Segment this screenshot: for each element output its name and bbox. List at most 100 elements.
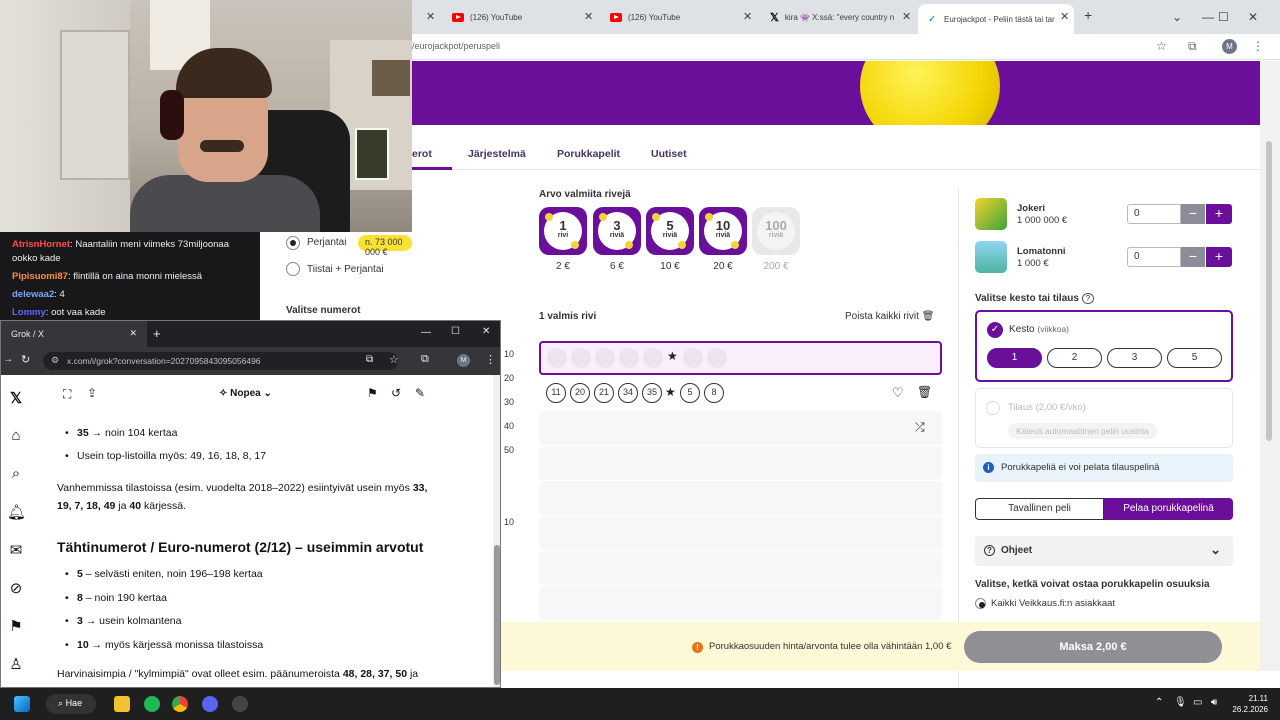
shuffle-icon[interactable]: ⤮ — [915, 420, 925, 435]
close-window-icon[interactable]: ✕ — [1248, 10, 1258, 24]
taskbar-search[interactable]: ⌕ Hae — [46, 694, 96, 714]
chevron-down-icon[interactable]: ⌄ — [1172, 10, 1182, 24]
clock[interactable]: 21.11 26.2.2026 — [1228, 693, 1268, 715]
microphone-icon[interactable]: 🎙︎ — [1174, 697, 1187, 708]
share-icon[interactable]: ⇪ — [87, 386, 97, 400]
pack-5-lines[interactable]: 5 riviä — [646, 207, 694, 255]
clear-all-button[interactable]: Poista kaikki rivit 🗑 — [845, 311, 934, 322]
edit-icon[interactable]: ✎ — [415, 386, 425, 400]
week-option-3[interactable]: 3 — [1107, 348, 1162, 368]
maximize-icon[interactable]: ☐ — [451, 326, 460, 337]
new-tab-icon[interactable]: + — [1084, 7, 1092, 23]
close-icon[interactable]: ✕ — [1060, 10, 1069, 23]
mode-selector[interactable]: ✧ Nopea ⌄ — [219, 388, 272, 399]
site-info-icon[interactable]: ⚙ — [51, 355, 59, 366]
minimize-icon[interactable]: — — [421, 327, 431, 338]
bookmark-icon[interactable]: ⚑ — [367, 386, 378, 400]
avatar[interactable]: M — [1222, 39, 1237, 54]
search-icon[interactable]: ⌕ — [7, 465, 25, 483]
heart-icon[interactable]: ♡ — [892, 385, 904, 401]
close-icon[interactable]: ✕ — [426, 10, 435, 23]
trash-icon[interactable]: 🗑 — [917, 385, 932, 399]
menu-icon[interactable]: ⋮ — [485, 353, 496, 366]
empty-line[interactable] — [539, 551, 942, 585]
obs-icon[interactable] — [232, 696, 248, 712]
spotify-icon[interactable] — [144, 696, 160, 712]
week-option-1[interactable]: 1 — [987, 348, 1042, 368]
lomatonni-quantity-input[interactable]: 0 — [1127, 247, 1181, 267]
close-icon[interactable]: ✕ — [902, 10, 911, 23]
grok-url[interactable]: ⚙ x.com/i/grok?conversation=2027095843095… — [43, 352, 398, 370]
close-icon[interactable]: ✕ — [584, 10, 593, 23]
home-icon[interactable]: ⌂ — [7, 427, 25, 445]
lomatonni-minus-button[interactable]: − — [1181, 247, 1205, 267]
grok-icon[interactable]: ⊘ — [7, 579, 25, 597]
jokeri-minus-button[interactable]: − — [1181, 204, 1205, 224]
close-icon[interactable]: ✕ — [129, 328, 137, 339]
active-line-editor[interactable]: ★ — [539, 341, 942, 375]
tab-youtube-1[interactable]: (126) YouTube — [442, 6, 592, 28]
check-icon[interactable]: ✓ — [987, 322, 1003, 338]
draw-radio-tue-fri[interactable] — [286, 262, 300, 276]
extensions-icon[interactable]: ⧉ — [421, 353, 429, 366]
scrollbar[interactable] — [1260, 61, 1280, 671]
bookmark-star-icon[interactable]: ☆ — [389, 353, 399, 366]
group-game-button[interactable]: Pelaa porukkapelinä — [1104, 498, 1233, 520]
jokeri-quantity-input[interactable]: 0 — [1127, 204, 1181, 224]
tab-uutiset[interactable]: Uutiset — [651, 148, 687, 160]
menu-icon[interactable]: ⋮ — [1252, 39, 1264, 53]
url-text[interactable]: /eurojackpot/peruspeli — [412, 41, 500, 51]
help-accordion[interactable]: ? Ohjeet ⌄ — [975, 536, 1233, 566]
chrome-icon[interactable] — [172, 696, 188, 712]
empty-line[interactable] — [539, 481, 942, 515]
tab-x-post[interactable]: 𝕏kira 👾 X:ssä: "every country n — [760, 6, 900, 28]
pack-10-lines[interactable]: 10 riviä — [699, 207, 747, 255]
tab-youtube-2[interactable]: (126) YouTube — [600, 6, 750, 28]
avatar[interactable]: M — [457, 354, 470, 367]
new-tab-icon[interactable]: + — [153, 326, 161, 341]
tab-eurojackpot[interactable]: ✓ Eurojackpot - Peliin tästä tai tar — [918, 4, 1074, 34]
file-explorer-icon[interactable] — [114, 696, 130, 712]
network-icon[interactable]: ▭ — [1193, 697, 1202, 708]
pack-1-line[interactable]: 1 rivi — [539, 207, 587, 255]
empty-line[interactable] — [539, 411, 942, 445]
help-icon[interactable]: ? — [1081, 293, 1095, 304]
normal-game-button[interactable]: Tavallinen peli — [975, 498, 1104, 520]
scrollbar[interactable] — [493, 375, 500, 687]
expand-icon[interactable]: ⛶ — [63, 387, 71, 402]
history-icon[interactable]: ↺ — [391, 386, 401, 400]
extensions-icon[interactable]: ⧉ — [1188, 39, 1197, 54]
discord-icon[interactable] — [202, 696, 218, 712]
address-bar[interactable]: /eurojackpot/peruspeli ☆ ⧉ M ⋮ — [412, 34, 1280, 60]
tab-porukkapelit[interactable]: Porukkapelit — [557, 148, 620, 160]
bell-icon[interactable]: 🔔︎ — [7, 503, 26, 521]
person-icon[interactable]: ♙ — [7, 655, 25, 673]
chevron-up-icon[interactable]: ⌃ — [1155, 697, 1163, 708]
minimize-icon[interactable]: — — [1202, 10, 1214, 24]
tab-numerot[interactable]: erot — [412, 148, 432, 160]
tab-grok[interactable]: Grok / X ✕ — [1, 321, 147, 347]
pay-button[interactable]: Maksa 2,00 € — [964, 631, 1222, 663]
pack-3-lines[interactable]: 3 riviä — [593, 207, 641, 255]
install-icon[interactable]: ⧉ — [366, 354, 373, 365]
forward-icon[interactable]: → — [3, 354, 13, 365]
maximize-icon[interactable]: ☐ — [1218, 10, 1229, 24]
reload-icon[interactable]: ↻ — [21, 353, 30, 366]
week-option-2[interactable]: 2 — [1047, 348, 1102, 368]
close-icon[interactable]: ✕ — [743, 10, 752, 23]
week-option-5[interactable]: 5 — [1167, 348, 1222, 368]
empty-line[interactable] — [539, 586, 942, 620]
buyers-radio[interactable] — [975, 598, 986, 609]
mail-icon[interactable]: ✉ — [7, 541, 25, 559]
draw-radio-friday[interactable] — [286, 236, 300, 250]
bookmark-star-icon[interactable]: ☆ — [1156, 39, 1167, 53]
lomatonni-plus-button[interactable]: + — [1206, 247, 1232, 267]
jokeri-plus-button[interactable]: + — [1206, 204, 1232, 224]
x-logo-icon[interactable]: 𝕏 — [7, 389, 25, 407]
tab-jarjestelma[interactable]: Järjestelmä — [468, 148, 526, 160]
windows-start-icon[interactable] — [14, 696, 30, 712]
empty-line[interactable] — [539, 446, 942, 480]
empty-line[interactable] — [539, 516, 942, 550]
close-window-icon[interactable]: ✕ — [482, 326, 490, 337]
volume-icon[interactable]: 🔊︎ — [1211, 697, 1217, 708]
